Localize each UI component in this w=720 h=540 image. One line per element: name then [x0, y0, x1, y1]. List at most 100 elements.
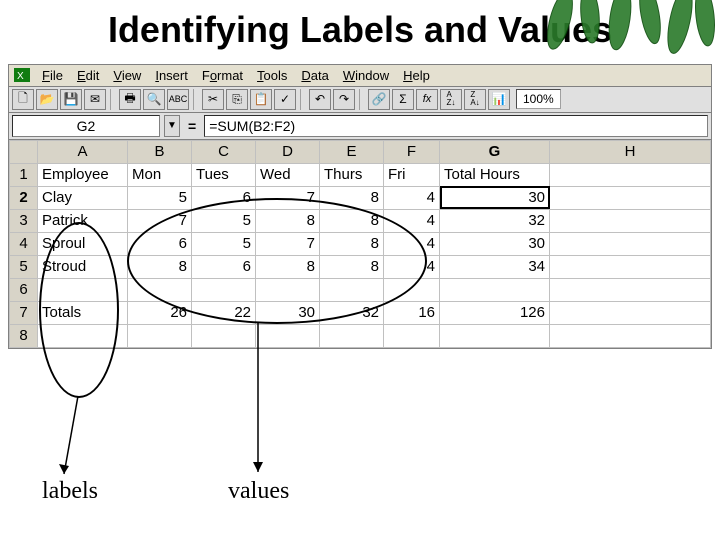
preview-icon[interactable]: 🔍	[143, 89, 165, 110]
cell[interactable]: Clay	[38, 186, 128, 209]
cell[interactable]: Employee	[38, 163, 128, 186]
cell[interactable]: 4	[384, 255, 440, 278]
cell[interactable]: 26	[128, 301, 192, 324]
col-header-c[interactable]: C	[192, 140, 256, 163]
cell[interactable]	[550, 209, 711, 232]
row-header-6[interactable]: 6	[10, 278, 38, 301]
zoom-box[interactable]: 100%	[516, 89, 561, 109]
col-header-h[interactable]: H	[550, 140, 711, 163]
select-all-corner[interactable]	[10, 140, 38, 163]
menu-data[interactable]: Data	[294, 67, 335, 84]
cell[interactable]: 5	[192, 232, 256, 255]
cell[interactable]: Wed	[256, 163, 320, 186]
name-box-dropdown-icon[interactable]: ▼	[164, 115, 180, 137]
function-icon[interactable]: fx	[416, 89, 438, 110]
cell[interactable]	[440, 278, 550, 301]
cell[interactable]	[256, 324, 320, 347]
cell[interactable]: 4	[384, 186, 440, 209]
cell[interactable]: 8	[320, 232, 384, 255]
col-header-f[interactable]: F	[384, 140, 440, 163]
row-header-5[interactable]: 5	[10, 255, 38, 278]
cell[interactable]: 5	[192, 209, 256, 232]
cell[interactable]	[384, 278, 440, 301]
cell[interactable]	[320, 278, 384, 301]
spreadsheet-grid[interactable]: A B C D E F G H 1 Employee Mon Tues Wed …	[9, 140, 711, 348]
menu-edit[interactable]: Edit	[70, 67, 106, 84]
cell[interactable]: 8	[256, 255, 320, 278]
email-icon[interactable]: ✉	[84, 89, 106, 110]
menu-insert[interactable]: Insert	[148, 67, 195, 84]
table-row[interactable]: 4 Sproul 6 5 7 8 4 30	[10, 232, 711, 255]
cell[interactable]: Thurs	[320, 163, 384, 186]
cell[interactable]: 4	[384, 209, 440, 232]
cell[interactable]: Totals	[38, 301, 128, 324]
cell[interactable]	[550, 163, 711, 186]
cell[interactable]: 8	[320, 209, 384, 232]
cell[interactable]: 8	[256, 209, 320, 232]
table-row[interactable]: 5 Stroud 8 6 8 8 4 34	[10, 255, 711, 278]
cell[interactable]: 5	[128, 186, 192, 209]
cell[interactable]: 6	[192, 186, 256, 209]
save-icon[interactable]: 💾	[60, 89, 82, 110]
cell[interactable]	[440, 324, 550, 347]
cell[interactable]: 34	[440, 255, 550, 278]
cell[interactable]: 7	[256, 232, 320, 255]
cell[interactable]: Tues	[192, 163, 256, 186]
row-header-2[interactable]: 2	[10, 186, 38, 209]
cell[interactable]: Stroud	[38, 255, 128, 278]
open-icon[interactable]: 📂	[36, 89, 58, 110]
cell[interactable]: 32	[440, 209, 550, 232]
format-painter-icon[interactable]: ✓	[274, 89, 296, 110]
paste-icon[interactable]: 📋	[250, 89, 272, 110]
cell[interactable]	[550, 186, 711, 209]
cell[interactable]	[128, 324, 192, 347]
cell[interactable]: 7	[256, 186, 320, 209]
hyperlink-icon[interactable]: 🔗	[368, 89, 390, 110]
cell[interactable]	[550, 232, 711, 255]
col-header-g[interactable]: G	[440, 140, 550, 163]
undo-icon[interactable]: ↶	[309, 89, 331, 110]
menu-window[interactable]: Window	[336, 67, 396, 84]
cell[interactable]	[38, 278, 128, 301]
row-header-7[interactable]: 7	[10, 301, 38, 324]
cell[interactable]	[384, 324, 440, 347]
cell[interactable]: Mon	[128, 163, 192, 186]
cell[interactable]: 8	[128, 255, 192, 278]
cell[interactable]: 6	[192, 255, 256, 278]
sort-desc-icon[interactable]: ZA↓	[464, 89, 486, 110]
copy-icon[interactable]: ⎘	[226, 89, 248, 110]
cell[interactable]	[550, 324, 711, 347]
autosum-icon[interactable]: Σ	[392, 89, 414, 110]
menu-view[interactable]: View	[106, 67, 148, 84]
cell[interactable]	[38, 324, 128, 347]
cell[interactable]: 32	[320, 301, 384, 324]
row-header-4[interactable]: 4	[10, 232, 38, 255]
formula-content[interactable]: =SUM(B2:F2)	[204, 115, 708, 137]
menu-help[interactable]: Help	[396, 67, 437, 84]
col-header-b[interactable]: B	[128, 140, 192, 163]
print-icon[interactable]: 🖶	[119, 89, 141, 110]
cell[interactable]	[550, 301, 711, 324]
cell[interactable]	[192, 278, 256, 301]
cell[interactable]: 22	[192, 301, 256, 324]
col-header-e[interactable]: E	[320, 140, 384, 163]
cell[interactable]: Patrick	[38, 209, 128, 232]
name-box[interactable]: G2	[12, 115, 160, 137]
cell[interactable]: 30	[256, 301, 320, 324]
table-row[interactable]: 3 Patrick 7 5 8 8 4 32	[10, 209, 711, 232]
cell[interactable]: 7	[128, 209, 192, 232]
cell[interactable]	[128, 278, 192, 301]
table-row[interactable]: 7 Totals 26 22 30 32 16 126	[10, 301, 711, 324]
cell[interactable]: 8	[320, 186, 384, 209]
cut-icon[interactable]: ✂	[202, 89, 224, 110]
cell[interactable]	[550, 255, 711, 278]
col-header-d[interactable]: D	[256, 140, 320, 163]
sort-asc-icon[interactable]: AZ↓	[440, 89, 462, 110]
row-header-1[interactable]: 1	[10, 163, 38, 186]
redo-icon[interactable]: ↷	[333, 89, 355, 110]
cell[interactable]: 16	[384, 301, 440, 324]
cell[interactable]: 4	[384, 232, 440, 255]
menu-file[interactable]: File	[35, 67, 70, 84]
cell[interactable]: 30	[440, 232, 550, 255]
cell[interactable]	[192, 324, 256, 347]
